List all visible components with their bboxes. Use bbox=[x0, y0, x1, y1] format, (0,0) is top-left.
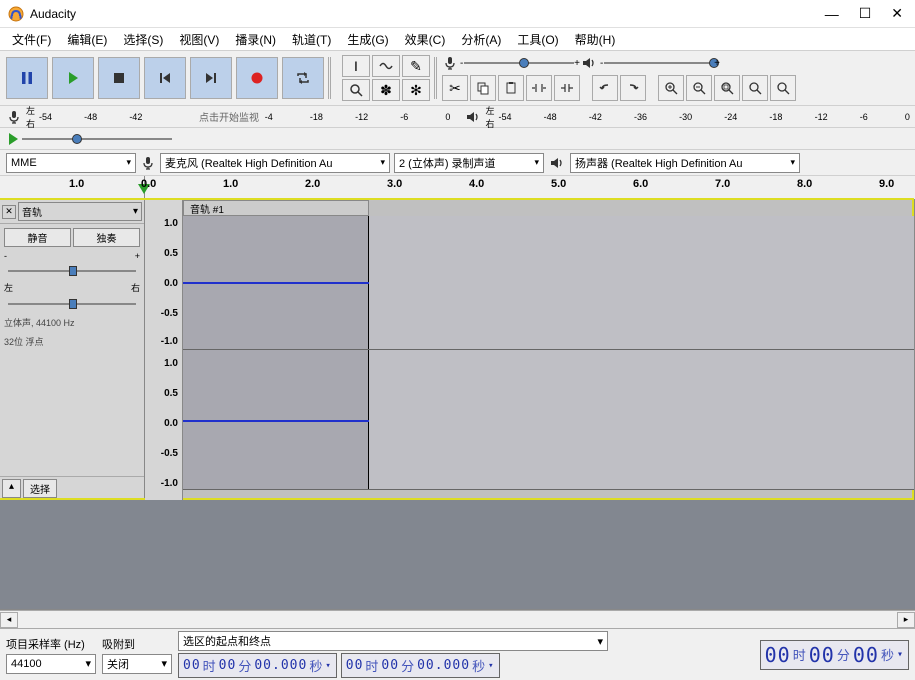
silence-button[interactable] bbox=[554, 75, 580, 101]
audio-host-select[interactable]: MME▾ bbox=[6, 153, 136, 173]
menu-file[interactable]: 文件(F) bbox=[4, 29, 59, 50]
pause-button[interactable] bbox=[6, 57, 48, 99]
project-rate-select[interactable]: 44100▾ bbox=[6, 654, 96, 674]
transport-toolbar: I ✎ ✽ ✻ -+ -+ ✂ bbox=[0, 50, 915, 106]
skip-end-button[interactable] bbox=[190, 57, 232, 99]
meter-click-msg: 点击开始监视 bbox=[199, 109, 259, 124]
scroll-right-button[interactable]: ▸ bbox=[897, 612, 915, 628]
play-speed-slider[interactable] bbox=[22, 132, 172, 146]
app-logo-icon bbox=[8, 6, 24, 22]
rec-meter-scale[interactable]: -54 -48 -42 点击开始监视 -4 -18 -12 -6 0 bbox=[39, 110, 449, 124]
solo-button[interactable]: 独奏 bbox=[73, 228, 140, 247]
track-menu-dropdown[interactable]: 音轨▾ bbox=[18, 202, 142, 221]
window-title: Audacity bbox=[30, 7, 825, 21]
menu-effect[interactable]: 效果(C) bbox=[397, 29, 454, 50]
horizontal-scrollbar[interactable]: ◂ ▸ bbox=[0, 610, 915, 628]
scroll-left-button[interactable]: ◂ bbox=[0, 612, 18, 628]
play-speed-icon[interactable] bbox=[6, 131, 22, 147]
redo-button[interactable] bbox=[620, 75, 646, 101]
waveform-canvas[interactable]: 1.0 0.5 0.0 -0.5 -1.0 1.0 0.5 0.0 -0.5 -… bbox=[145, 200, 915, 500]
mute-button[interactable]: 静音 bbox=[4, 228, 71, 247]
gain-slider[interactable] bbox=[4, 265, 140, 277]
cut-button[interactable]: ✂ bbox=[442, 75, 468, 101]
play-button[interactable] bbox=[52, 57, 94, 99]
draw-tool[interactable]: ✎ bbox=[402, 55, 430, 77]
maximize-button[interactable]: ☐ bbox=[859, 5, 872, 22]
project-rate-label: 项目采样率 (Hz) bbox=[6, 636, 96, 652]
zoom-toggle-button[interactable] bbox=[770, 75, 796, 101]
play-meter-scale[interactable]: -54 -48 -42 -36 -30 -24 -18 -12 -6 0 bbox=[499, 110, 909, 124]
selection-start-time[interactable]: 00时 00分 00.000秒▾ bbox=[178, 653, 337, 678]
amplitude-ruler: 1.0 0.5 0.0 -0.5 -1.0 1.0 0.5 0.0 -0.5 -… bbox=[145, 200, 183, 500]
menu-edit[interactable]: 编辑(E) bbox=[59, 29, 115, 50]
menu-analyze[interactable]: 分析(A) bbox=[453, 29, 509, 50]
tools-grid: I ✎ ✽ ✻ bbox=[342, 55, 430, 101]
recording-meter[interactable]: 左右 -54 -48 -42 点击开始监视 -4 -18 -12 -6 0 左右… bbox=[0, 106, 915, 128]
selection-mode-select[interactable]: 选区的起点和终点▾ bbox=[178, 631, 608, 651]
speaker-icon bbox=[548, 155, 566, 171]
select-track-button[interactable]: 选择 bbox=[23, 479, 57, 498]
menu-generate[interactable]: 生成(G) bbox=[339, 29, 396, 50]
play-at-speed-toolbar bbox=[0, 128, 915, 150]
stop-button[interactable] bbox=[98, 57, 140, 99]
copy-button[interactable] bbox=[470, 75, 496, 101]
input-device-select[interactable]: 麦克风 (Realtek High Definition Au▾ bbox=[160, 153, 390, 173]
channel-left[interactable] bbox=[183, 216, 914, 350]
selection-end-time[interactable]: 00时 00分 00.000秒▾ bbox=[341, 653, 500, 678]
clip-header[interactable]: 音轨 #1 bbox=[183, 200, 369, 216]
envelope-tool[interactable] bbox=[372, 55, 400, 77]
paste-button[interactable] bbox=[498, 75, 524, 101]
zoom-in-button[interactable] bbox=[658, 75, 684, 101]
track-format-info: 立体声, 44100 Hz bbox=[4, 316, 140, 329]
track-close-button[interactable]: ✕ bbox=[2, 205, 16, 219]
timeline-ruler[interactable]: 1.0 0.0 1.0 2.0 3.0 4.0 5.0 6.0 7.0 8.0 … bbox=[0, 176, 915, 200]
snap-select[interactable]: 关闭▾ bbox=[102, 654, 172, 674]
rec-volume-slider[interactable]: -+ bbox=[464, 56, 574, 70]
menu-tracks[interactable]: 轨道(T) bbox=[284, 29, 339, 50]
menu-select[interactable]: 选择(S) bbox=[115, 29, 171, 50]
menu-transport[interactable]: 播录(N) bbox=[227, 29, 284, 50]
device-toolbar: MME▾ 麦克风 (Realtek High Definition Au▾ 2 … bbox=[0, 150, 915, 176]
menu-help[interactable]: 帮助(H) bbox=[567, 29, 624, 50]
mic-icon bbox=[140, 155, 156, 171]
pan-slider[interactable] bbox=[4, 298, 140, 310]
play-volume-slider[interactable]: -+ bbox=[604, 56, 714, 70]
channels-select[interactable]: 2 (立体声) 录制声道▾ bbox=[394, 153, 544, 173]
loop-button[interactable] bbox=[282, 57, 324, 99]
mic-icon bbox=[442, 55, 458, 71]
fit-selection-button[interactable] bbox=[714, 75, 740, 101]
zoom-tool[interactable] bbox=[342, 79, 370, 101]
close-button[interactable]: ✕ bbox=[891, 5, 903, 22]
tracks-area: ✕ 音轨▾ 静音 独奏 -+ 左右 立体声, 44100 Hz 32位 浮点 ▴… bbox=[0, 200, 915, 610]
channel-right[interactable] bbox=[183, 350, 914, 490]
audio-position-time[interactable]: 00时 00分 00秒▾ bbox=[760, 640, 909, 670]
record-button[interactable] bbox=[236, 57, 278, 99]
speaker-icon bbox=[464, 109, 482, 125]
trim-button[interactable] bbox=[526, 75, 552, 101]
selection-toolbar: 项目采样率 (Hz) 44100▾ 吸附到 关闭▾ 选区的起点和终点▾ 00时 … bbox=[0, 628, 915, 680]
skip-start-button[interactable] bbox=[144, 57, 186, 99]
fit-project-button[interactable] bbox=[742, 75, 768, 101]
collapse-button[interactable]: ▴ bbox=[2, 479, 21, 498]
minimize-button[interactable]: — bbox=[825, 6, 839, 22]
timeshift-tool[interactable]: ✽ bbox=[372, 79, 400, 101]
track-control-panel: ✕ 音轨▾ 静音 独奏 -+ 左右 立体声, 44100 Hz 32位 浮点 ▴… bbox=[0, 200, 145, 500]
multi-tool[interactable]: ✻ bbox=[402, 79, 430, 101]
output-device-select[interactable]: 扬声器 (Realtek High Definition Au▾ bbox=[570, 153, 800, 173]
menubar: 文件(F) 编辑(E) 选择(S) 视图(V) 播录(N) 轨道(T) 生成(G… bbox=[0, 28, 915, 50]
titlebar: Audacity — ☐ ✕ bbox=[0, 0, 915, 28]
undo-button[interactable] bbox=[592, 75, 618, 101]
mic-icon bbox=[6, 109, 22, 125]
selection-tool[interactable]: I bbox=[342, 55, 370, 77]
menu-tools[interactable]: 工具(O) bbox=[509, 29, 566, 50]
speaker-icon bbox=[580, 55, 598, 71]
menu-view[interactable]: 视图(V) bbox=[171, 29, 227, 50]
snap-label: 吸附到 bbox=[102, 636, 172, 652]
zoom-out-button[interactable] bbox=[686, 75, 712, 101]
